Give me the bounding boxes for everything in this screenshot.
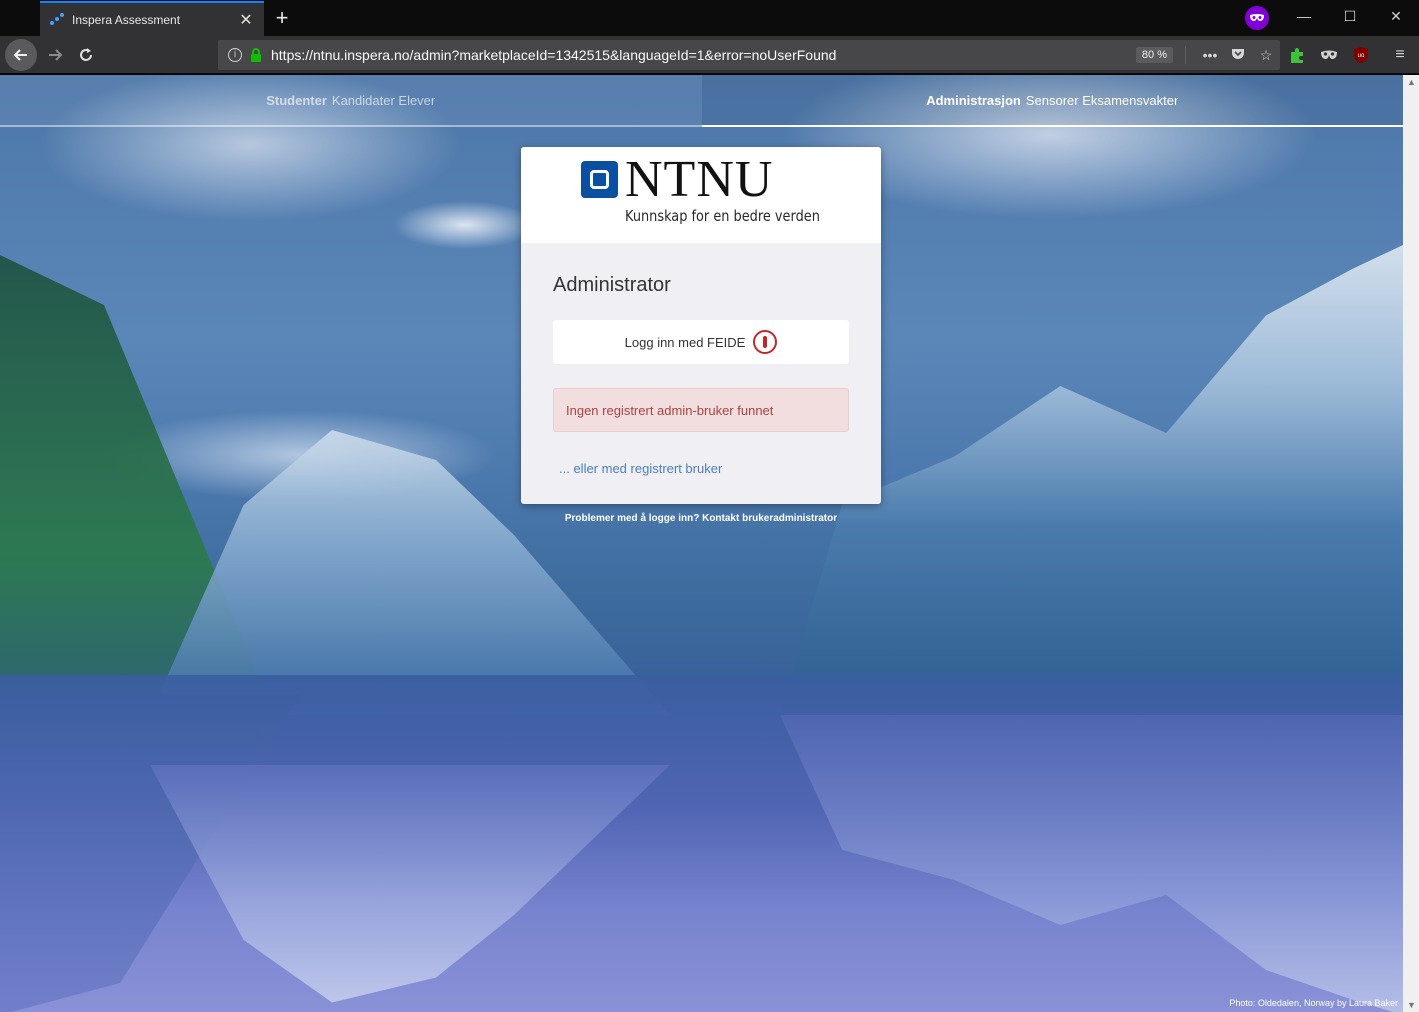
private-browsing-icon — [1245, 6, 1269, 30]
zoom-indicator[interactable]: 80 % — [1135, 47, 1173, 63]
tab-studenter-label: Studenter — [266, 92, 327, 108]
browser-tab[interactable]: Inspera Assessment ✕ — [40, 1, 264, 36]
info-icon[interactable]: i — [228, 48, 242, 62]
feide-icon — [753, 330, 778, 354]
feide-login-button[interactable]: Logg inn med FEIDE — [553, 320, 849, 364]
tab-administrasjon[interactable]: Administrasjon Sensorer Eksamensvakter — [701, 75, 1403, 127]
forward-icon[interactable] — [40, 40, 70, 70]
tab-administrasjon-label: Administrasjon — [926, 92, 1021, 108]
feide-login-label: Logg inn med FEIDE — [624, 334, 746, 350]
login-help-link[interactable]: Problemer med å logge inn? Kontakt bruke… — [521, 513, 881, 524]
tab-administrasjon-sublabel: Sensorer Eksamensvakter — [1025, 92, 1179, 108]
maximize-icon[interactable]: ☐ — [1340, 8, 1360, 25]
error-alert: Ingen registrert admin-bruker funnet — [553, 388, 849, 432]
pocket-icon[interactable] — [1224, 47, 1252, 64]
svg-text:uo: uo — [1358, 53, 1365, 59]
nav-bar: i https://ntnu.inspera.no/admin?marketpl… — [0, 36, 1419, 74]
tab-close-icon[interactable]: ✕ — [238, 10, 254, 30]
tab-studenter[interactable]: Studenter Kandidater Elever — [0, 75, 702, 127]
mask-icon[interactable] — [1318, 44, 1340, 66]
more-icon[interactable]: ••• — [1196, 47, 1224, 63]
login-title: Administrator — [553, 274, 671, 296]
lock-icon[interactable] — [250, 48, 262, 62]
ntnu-tagline: Kunnskap for en bedre verden — [625, 207, 820, 225]
scroll-down-icon[interactable]: ▼ — [1407, 1000, 1416, 1010]
tab-studenter-sublabel: Kandidater Elever — [331, 92, 436, 108]
inspera-favicon-icon — [50, 12, 64, 27]
url-bar[interactable]: i https://ntnu.inspera.no/admin?marketpl… — [218, 40, 1280, 70]
login-card: NTNU Kunnskap for en bedre verden Admini… — [521, 147, 881, 504]
photo-credit: Photo: Oldedalen, Norway by Laura Baker — [1229, 998, 1398, 1008]
tab-bar: Inspera Assessment ✕ + — ☐ ✕ — [0, 0, 1419, 36]
new-tab-button[interactable]: + — [270, 4, 294, 32]
reload-icon[interactable] — [71, 40, 101, 70]
ntnu-logo-icon — [581, 161, 618, 198]
login-page: Studenter Kandidater Elever Administrasj… — [0, 75, 1403, 1012]
minimize-icon[interactable]: — — [1294, 8, 1314, 24]
registered-user-link[interactable]: ... eller med registrert bruker — [559, 461, 722, 476]
url-text[interactable]: https://ntnu.inspera.no/admin?marketplac… — [271, 47, 1136, 63]
scrollbar[interactable]: ▲ ▼ — [1403, 75, 1419, 1012]
star-icon[interactable]: ☆ — [1252, 47, 1280, 64]
window-close-icon[interactable]: ✕ — [1386, 8, 1406, 25]
menu-icon[interactable]: ≡ — [1389, 44, 1411, 66]
scroll-up-icon[interactable]: ▲ — [1407, 77, 1416, 87]
tab-title: Inspera Assessment — [72, 12, 181, 27]
role-tabs: Studenter Kandidater Elever Administrasj… — [0, 75, 1403, 127]
ntnu-wordmark: NTNU — [625, 151, 774, 208]
ntnu-logo: NTNU Kunnskap for en bedre verden — [521, 147, 881, 243]
ublock-icon[interactable]: uo — [1350, 44, 1372, 66]
back-icon[interactable] — [5, 39, 37, 71]
url-separator — [1185, 46, 1186, 64]
extension-icon[interactable] — [1286, 44, 1308, 66]
